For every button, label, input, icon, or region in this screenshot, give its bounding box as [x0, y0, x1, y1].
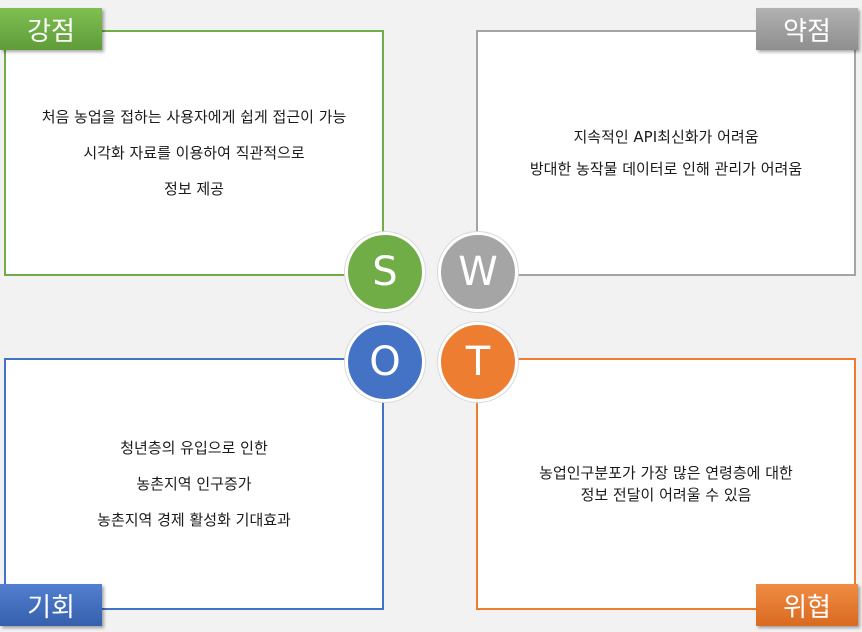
- opportunities-circle: O: [345, 322, 425, 402]
- weaknesses-circle: W: [438, 232, 518, 312]
- strengths-box: 처음 농업을 접하는 사용자에게 쉽게 접근이 가능 시각화 자료를 이용하여 …: [4, 30, 384, 276]
- threats-box: 농업인구분포가 가장 많은 연령층에 대한 정보 전달이 어려울 수 있음: [476, 358, 856, 610]
- strengths-line: 처음 농업을 접하는 사용자에게 쉽게 접근이 가능: [41, 108, 347, 126]
- weaknesses-box: 지속적인 API최신화가 어려움 방대한 농작물 데이터로 인해 관리가 어려움: [476, 30, 856, 276]
- strengths-line: 정보 제공: [164, 180, 224, 198]
- weaknesses-line: 방대한 농작물 데이터로 인해 관리가 어려움: [529, 160, 803, 178]
- opportunities-line: 농촌지역 경제 활성화 기대효과: [97, 511, 291, 529]
- threats-circle: T: [438, 322, 518, 402]
- opportunities-line: 청년층의 유입으로 인한: [120, 439, 268, 457]
- opportunities-line: 농촌지역 인구증가: [136, 475, 252, 493]
- strengths-circle: S: [345, 232, 425, 312]
- strengths-tab: 강점: [0, 8, 102, 50]
- opportunities-tab: 기회: [0, 584, 102, 626]
- opportunities-box: 청년층의 유입으로 인한 농촌지역 인구증가 농촌지역 경제 활성화 기대효과: [4, 358, 384, 610]
- weaknesses-line: 지속적인 API최신화가 어려움: [573, 128, 759, 146]
- strengths-line: 시각화 자료를 이용하여 직관적으로: [83, 144, 305, 162]
- threats-line: 농업인구분포가 가장 많은 연령층에 대한: [539, 464, 793, 482]
- threats-tab: 위협: [756, 584, 858, 626]
- weaknesses-tab: 약점: [756, 8, 858, 50]
- threats-line: 정보 전달이 어려울 수 있음: [580, 486, 752, 504]
